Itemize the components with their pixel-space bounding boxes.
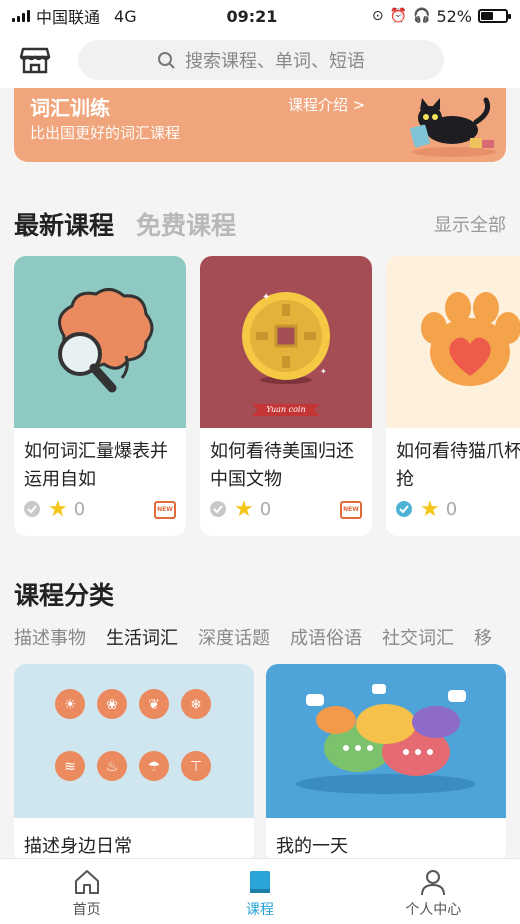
- course-card-footer: ★ 0: [394, 497, 520, 522]
- verified-badge-icon: [210, 500, 226, 517]
- category-card[interactable]: 我的一天: [266, 664, 506, 858]
- star-icon: ★: [234, 497, 254, 522]
- tab-more[interactable]: 移: [474, 624, 492, 652]
- course-card-footer: ★ 0 NEW: [208, 497, 362, 522]
- daily-life-icons-illustration: ☀ ❀ ❦ ❄ ≋ ♨ ☂ ⊤: [14, 664, 254, 818]
- svg-text:⊤: ⊤: [190, 759, 202, 775]
- carrier-label: 中国联通: [36, 8, 101, 27]
- course-card[interactable]: 如何看待猫爪杯哄抢 ★ 0: [386, 256, 520, 536]
- courses-section-header: 最新课程 免费课程 显示全部: [14, 204, 506, 244]
- category-card-title: 我的一天: [276, 836, 348, 857]
- new-badge-icon: NEW: [154, 500, 176, 519]
- tab-home[interactable]: 首页: [0, 859, 173, 924]
- svg-text:✦: ✦: [320, 367, 327, 376]
- verified-badge-icon: [396, 500, 412, 517]
- chinese-coin-illustration: Yuan coin ✦ ✦: [242, 292, 330, 416]
- svg-text:≋: ≋: [64, 759, 76, 775]
- tab-free-courses[interactable]: 免费课程: [136, 206, 236, 242]
- top-header: 搜索课程、单词、短语: [0, 32, 520, 88]
- store-icon[interactable]: [18, 43, 52, 77]
- course-card[interactable]: Yuan coin ✦ ✦ 如何看待美国归还中国文物 ★ 0 NEW: [200, 256, 372, 536]
- cat-paw-illustration: [421, 292, 520, 386]
- verified-badge-icon: [24, 500, 40, 517]
- svg-text:❄: ❄: [190, 697, 202, 713]
- coin-ribbon-text: Yuan coin: [266, 405, 305, 414]
- alarm-icon: ⏰: [389, 8, 407, 24]
- category-card-list: ☀ ❀ ❦ ❄ ≋ ♨ ☂ ⊤ 描述身边日常 我的一天: [14, 664, 520, 858]
- status-bar: 中国联通 4G 09:21 ⊙ ⏰ 🎧 52%: [0, 0, 520, 32]
- course-rating: 0: [259, 499, 272, 520]
- svg-text:❀: ❀: [106, 697, 118, 713]
- tab-courses[interactable]: 课程: [173, 859, 346, 924]
- banner-subtitle: 比出国更好的词汇课程: [30, 124, 181, 142]
- course-rating: 0: [73, 499, 86, 520]
- headphones-icon: 🎧: [413, 8, 431, 24]
- category-section-title: 课程分类: [14, 581, 115, 610]
- lock-rotation-icon: ⊙: [371, 8, 384, 24]
- tab-describe-things[interactable]: 描述事物: [14, 624, 86, 652]
- tab-latest-courses[interactable]: 最新课程: [14, 206, 114, 242]
- signal-icon: [12, 10, 30, 22]
- svg-text:❦: ❦: [148, 697, 160, 713]
- course-card-title: 如何词汇量爆表并运用自如: [24, 441, 168, 490]
- category-card[interactable]: ☀ ❀ ❦ ❄ ≋ ♨ ☂ ⊤ 描述身边日常: [14, 664, 254, 858]
- search-icon: [158, 52, 175, 69]
- category-card-title: 描述身边日常: [24, 836, 132, 857]
- tab-deep-topics[interactable]: 深度话题: [198, 624, 270, 652]
- course-card-image: [386, 256, 520, 428]
- svg-text:♨: ♨: [106, 759, 119, 775]
- banner-title: 词汇训练: [30, 96, 110, 120]
- course-card-title: 如何看待猫爪杯哄抢: [396, 441, 520, 490]
- course-card-title: 如何看待美国归还中国文物: [210, 441, 354, 490]
- course-card-image: Yuan coin ✦ ✦: [200, 256, 372, 428]
- category-tabs: 描述事物 生活词汇 深度话题 成语俗语 社交词汇 移: [14, 624, 520, 652]
- user-icon: [421, 870, 446, 896]
- course-card-footer: ★ 0 NEW: [22, 497, 176, 522]
- book-icon: [249, 871, 270, 893]
- status-time: 09:21: [226, 6, 278, 26]
- tab-courses-label: 课程: [245, 902, 274, 918]
- tab-social-vocab[interactable]: 社交词汇: [382, 624, 454, 652]
- svg-text:☂: ☂: [148, 759, 161, 775]
- star-icon: ★: [48, 497, 68, 522]
- svg-text:✦: ✦: [262, 292, 270, 303]
- show-all-link[interactable]: 显示全部: [434, 211, 506, 237]
- brain-magnifier-illustration: [58, 288, 154, 393]
- vocab-training-banner[interactable]: 词汇训练 比出国更好的词汇课程 课程介绍 >: [14, 88, 506, 162]
- battery-icon: [478, 9, 511, 23]
- tab-life-vocab[interactable]: 生活词汇: [106, 624, 178, 652]
- network-label: 4G: [114, 6, 137, 26]
- course-intro-link[interactable]: 课程介绍 >: [288, 94, 365, 115]
- tab-profile[interactable]: 个人中心: [347, 859, 520, 924]
- battery-percent: 52%: [436, 6, 472, 26]
- svg-text:☀: ☀: [64, 697, 77, 713]
- tab-profile-label: 个人中心: [405, 902, 462, 918]
- new-badge-icon: NEW: [340, 500, 362, 519]
- home-icon: [74, 870, 99, 894]
- tab-idioms[interactable]: 成语俗语: [290, 624, 362, 652]
- course-rating: 0: [445, 499, 458, 520]
- course-card[interactable]: 如何词汇量爆表并运用自如 ★ 0 NEW: [14, 256, 186, 536]
- bottom-tab-bar: 首页 课程 个人中心: [0, 858, 520, 924]
- course-card-image: [14, 256, 186, 428]
- tab-home-label: 首页: [72, 902, 101, 918]
- star-icon: ★: [420, 497, 440, 522]
- search-input[interactable]: 搜索课程、单词、短语: [78, 40, 444, 80]
- search-placeholder: 搜索课程、单词、短语: [185, 51, 365, 72]
- reading-cat-illustration: [410, 97, 496, 157]
- people-chatting-illustration: [266, 664, 506, 818]
- course-card-list: 如何词汇量爆表并运用自如 ★ 0 NEW Yuan coin ✦ ✦ 如何看待美…: [14, 256, 520, 538]
